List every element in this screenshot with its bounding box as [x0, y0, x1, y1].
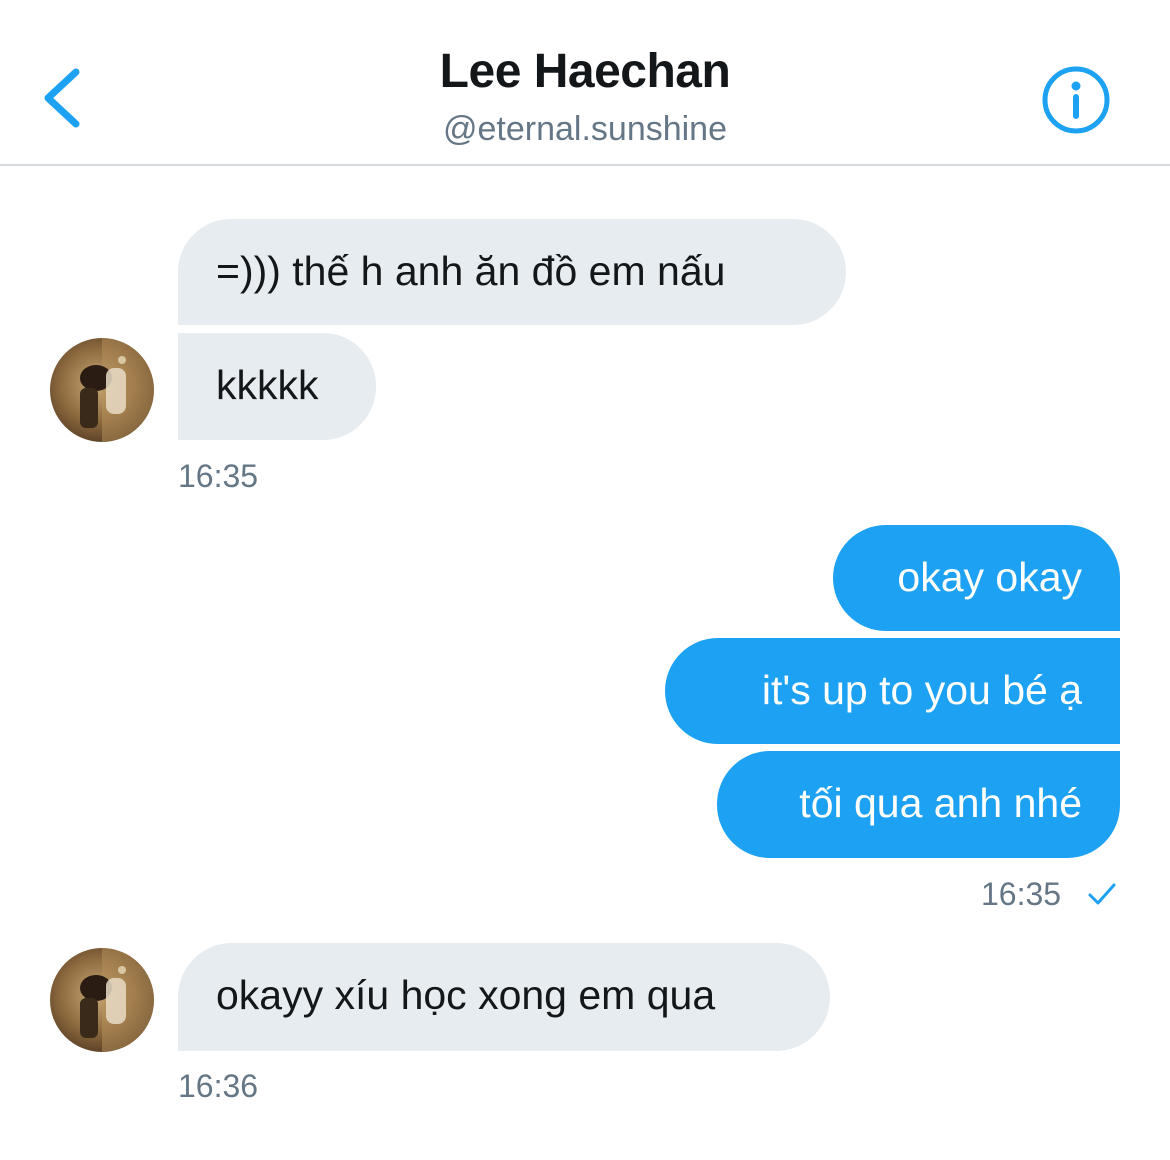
outgoing-message[interactable]: it's up to you bé ạ — [665, 638, 1120, 744]
message-timestamp: 16:35 — [178, 458, 259, 494]
message-timestamp: 16:35 — [981, 876, 1062, 912]
avatar[interactable] — [50, 338, 154, 442]
contact-handle: @eternal.sunshine — [442, 110, 728, 148]
info-icon — [1042, 66, 1110, 134]
avatar-photo — [80, 948, 154, 1052]
outgoing-message[interactable]: tối qua anh nhé — [717, 751, 1120, 858]
outgoing-message[interactable]: okay okay — [833, 525, 1120, 631]
info-button[interactable] — [1040, 64, 1112, 136]
avatar[interactable] — [50, 948, 154, 1052]
message-timestamp: 16:36 — [178, 1068, 259, 1104]
avatar-photo — [80, 338, 154, 442]
incoming-message[interactable]: kkkkk — [178, 333, 376, 440]
contact-name: Lee Haechan — [439, 45, 731, 98]
incoming-message[interactable]: =))) thế h anh ăn đồ em nấu — [178, 219, 846, 325]
incoming-message[interactable]: okayy xíu học xong em qua — [178, 943, 830, 1051]
conversation-header: Lee Haechan @eternal.sunshine — [0, 0, 1170, 166]
read-check-icon — [1088, 883, 1116, 905]
